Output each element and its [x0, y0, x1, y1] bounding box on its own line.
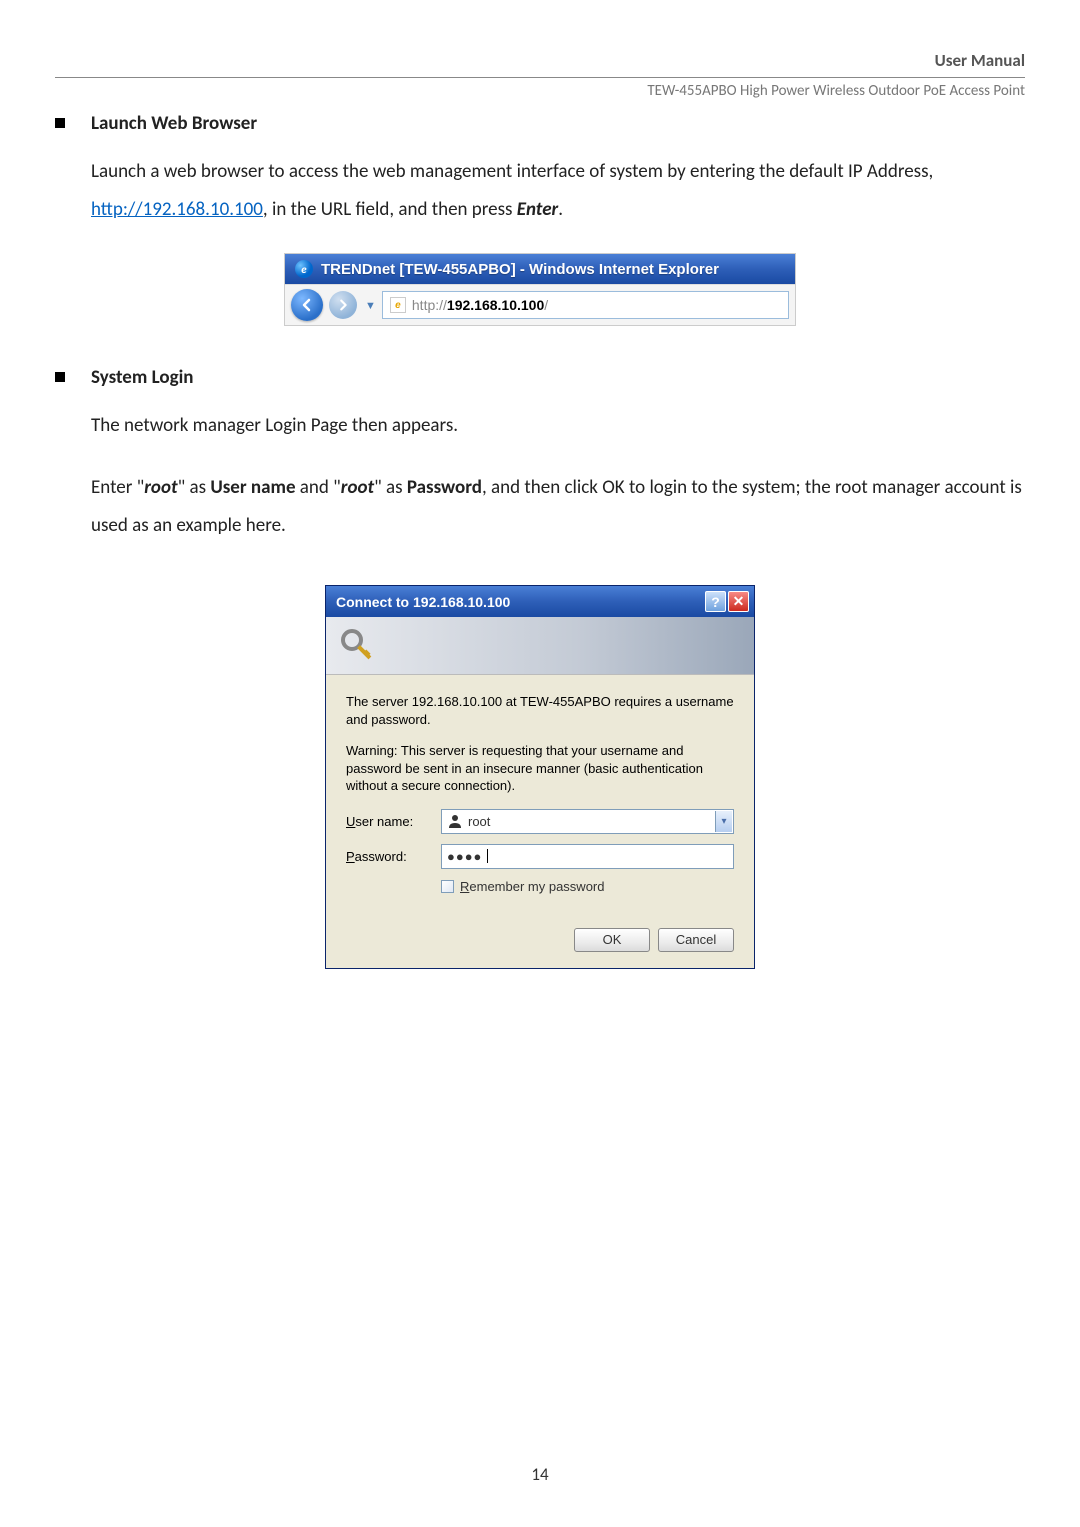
- section1-body: Launch a web browser to access the web m…: [91, 153, 1025, 229]
- ie-logo-icon: [295, 260, 313, 278]
- text: " as: [178, 476, 211, 499]
- url-suffix: /: [544, 297, 548, 313]
- root-text: root: [144, 476, 177, 499]
- password-label: Password: [407, 476, 482, 499]
- header: User Manual: [55, 50, 1025, 71]
- user-manual-label: User Manual: [935, 50, 1025, 71]
- text: , in the URL field, and then press: [263, 198, 517, 221]
- password-dots: ●●●●: [447, 849, 482, 864]
- product-subtitle: TEW-455APBO High Power Wireless Outdoor …: [55, 82, 1025, 100]
- keyring-icon: [338, 626, 378, 666]
- user-icon: [447, 813, 463, 829]
- username-value: root: [468, 814, 490, 829]
- remember-row: Remember my password: [441, 879, 734, 894]
- username-label: User name: [210, 476, 295, 499]
- close-button[interactable]: ✕: [728, 591, 749, 612]
- auth-button-row: OK Cancel: [346, 920, 734, 952]
- username-row: User name: root ▾: [346, 809, 734, 834]
- ie-window-mockup: TRENDnet [TEW-455APBO] - Windows Interne…: [284, 253, 796, 326]
- username-input[interactable]: root ▾: [441, 809, 734, 834]
- password-row: Password: ●●●●: [346, 844, 734, 869]
- remember-checkbox[interactable]: [441, 880, 454, 893]
- ok-button[interactable]: OK: [574, 928, 650, 952]
- back-button[interactable]: [291, 289, 323, 321]
- nav-dropdown-icon[interactable]: ▼: [365, 299, 376, 312]
- text: Launch a web browser to access the web m…: [91, 160, 933, 183]
- auth-server-msg: The server 192.168.10.100 at TEW-455APBO…: [346, 693, 734, 728]
- forward-button[interactable]: [329, 291, 357, 319]
- auth-warning-msg: Warning: This server is requesting that …: [346, 742, 734, 795]
- arrow-right-icon: [336, 298, 350, 312]
- auth-title: Connect to 192.168.10.100: [336, 594, 510, 610]
- root-text: root: [341, 476, 374, 499]
- auth-dialog: Connect to 192.168.10.100 ? ✕ The server…: [325, 585, 755, 969]
- section-heading: System Login: [91, 366, 193, 389]
- ip-link[interactable]: http://192.168.10.100: [91, 198, 263, 221]
- section-system-login: System Login: [55, 366, 1025, 389]
- address-bar[interactable]: e http://192.168.10.100/: [382, 291, 789, 319]
- header-divider: [55, 77, 1025, 78]
- url-prefix: http://: [412, 297, 447, 313]
- section-heading: Launch Web Browser: [91, 112, 257, 135]
- password-input[interactable]: ●●●●: [441, 844, 734, 869]
- auth-titlebar: Connect to 192.168.10.100 ? ✕: [326, 586, 754, 617]
- username-label: User name:: [346, 814, 441, 829]
- text: Enter ": [91, 476, 144, 499]
- cancel-button[interactable]: Cancel: [658, 928, 734, 952]
- ie-nav-bar: ▼ e http://192.168.10.100/: [285, 284, 795, 325]
- text: and ": [296, 476, 341, 499]
- enter-key: Enter: [517, 198, 558, 221]
- bullet-icon: [55, 372, 65, 382]
- text: .: [558, 198, 563, 221]
- url-host: 192.168.10.100: [447, 297, 544, 313]
- section-launch-browser: Launch Web Browser: [55, 112, 1025, 135]
- bullet-icon: [55, 118, 65, 128]
- page-number: 14: [0, 1464, 1080, 1485]
- auth-body: The server 192.168.10.100 at TEW-455APBO…: [326, 675, 754, 968]
- remember-label: Remember my password: [460, 879, 605, 894]
- page-icon: e: [390, 297, 406, 313]
- section2-line2: Enter "root" as User name and "root" as …: [91, 469, 1025, 545]
- help-button[interactable]: ?: [705, 591, 726, 612]
- combo-arrow-icon[interactable]: ▾: [715, 811, 732, 832]
- auth-banner: [326, 617, 754, 675]
- section2-line1: The network manager Login Page then appe…: [91, 407, 1025, 445]
- text: " as: [374, 476, 407, 499]
- password-label: Password:: [346, 849, 441, 864]
- window-controls: ? ✕: [705, 591, 749, 612]
- text-cursor: [487, 849, 488, 863]
- ie-title-bar: TRENDnet [TEW-455APBO] - Windows Interne…: [285, 254, 795, 284]
- ie-window-title: TRENDnet [TEW-455APBO] - Windows Interne…: [321, 261, 719, 278]
- arrow-left-icon: [299, 297, 315, 313]
